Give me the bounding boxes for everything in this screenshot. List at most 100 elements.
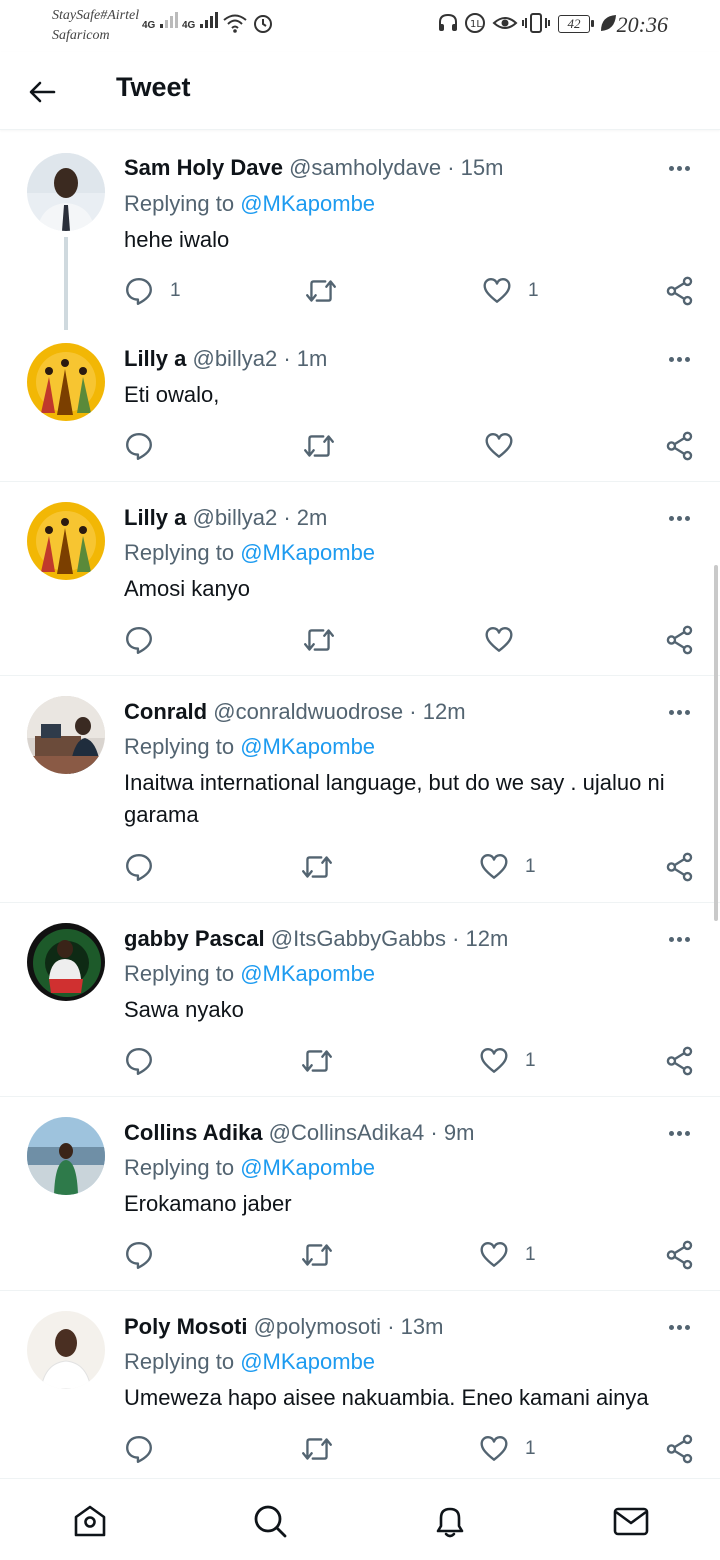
tweet-text: Amosi kanyo [124,576,250,601]
reply-button[interactable] [124,1432,170,1466]
share-icon [665,852,695,882]
author-handle[interactable]: @ItsGabbyGabbs [271,926,446,951]
like-button[interactable] [484,429,530,463]
tweet-item[interactable]: gabby Pascal @ItsGabbyGabbs · 12m Replyi… [0,903,720,1097]
tweet-item[interactable]: Sam Holy Dave @samholydave · 15m Replyin… [0,131,720,330]
like-count: 1 [525,1244,536,1265]
tweet-item[interactable]: Lilly a @billya2 · 2m Replying to @MKapo… [0,482,720,676]
more-button[interactable] [666,155,692,181]
headset-icon [439,13,457,31]
more-horizontal-icon [668,936,674,942]
tweet-item[interactable]: Conrald @conraldwuodrose · 12m Replying … [0,676,720,903]
mention-link[interactable]: @MKapombe [240,961,375,986]
author-handle[interactable]: @polymosoti [254,1314,382,1339]
share-button[interactable] [665,1432,695,1466]
author-name[interactable]: Lilly a [124,346,186,371]
reply-button[interactable] [124,1238,170,1272]
avatar[interactable] [27,696,105,774]
like-button[interactable]: 1 [479,850,536,884]
reply-button[interactable]: 1 [124,274,181,308]
author-name[interactable]: Poly Mosoti [124,1314,247,1339]
author-handle[interactable]: @billya2 [192,346,277,371]
retweet-button[interactable] [302,623,336,657]
author-handle[interactable]: @CollinsAdika4 [269,1120,425,1145]
author-handle[interactable]: @billya2 [192,505,277,530]
more-button[interactable] [666,926,692,952]
mention-link[interactable]: @MKapombe [240,540,375,565]
more-button[interactable] [666,699,692,725]
author-name[interactable]: Conrald [124,699,207,724]
more-button[interactable] [666,505,692,531]
mail-icon [613,1507,649,1536]
heart-icon [484,625,514,655]
replying-to: Replying to @MKapombe [124,1349,376,1374]
tweet-item[interactable]: Lilly a @billya2 · 1m Eti owalo, [0,330,720,482]
share-button[interactable] [665,274,695,308]
avatar[interactable] [27,153,105,231]
nav-messages[interactable] [609,1499,653,1543]
avatar[interactable] [27,1311,105,1389]
reply-button[interactable] [124,1044,170,1078]
author-name[interactable]: gabby Pascal [124,926,265,951]
share-icon [665,1240,695,1270]
mention-link[interactable]: @MKapombe [240,1349,375,1374]
author-handle[interactable]: @conraldwuodrose [213,699,403,724]
reply-icon [124,1240,154,1270]
share-icon [665,431,695,461]
share-icon [665,1434,695,1464]
mention-link[interactable]: @MKapombe [240,734,375,759]
reply-button[interactable] [124,850,170,884]
tweet-item[interactable]: Collins Adika @CollinsAdika4 · 9m Replyi… [0,1097,720,1291]
heart-icon [484,431,514,461]
share-button[interactable] [665,429,695,463]
retweet-button[interactable] [300,1238,334,1272]
tweet-text: Eti owalo, [124,382,220,407]
tweet-time: 15m [460,155,504,180]
author-handle[interactable]: @samholydave [289,155,441,180]
like-button[interactable]: 1 [482,274,539,308]
nav-home[interactable] [68,1499,112,1543]
retweet-button[interactable] [300,1044,334,1078]
more-button[interactable] [666,1120,692,1146]
retweet-button[interactable] [304,274,338,308]
vibrate-icon [522,13,550,33]
retweet-button[interactable] [300,1432,334,1466]
avatar[interactable] [27,343,105,421]
like-button[interactable]: 1 [479,1432,536,1466]
retweet-icon [302,431,336,461]
share-button[interactable] [665,1238,695,1272]
more-button[interactable] [666,346,692,372]
reply-button[interactable] [124,429,170,463]
mention-link[interactable]: @MKapombe [240,1155,375,1180]
author-name[interactable]: Lilly a [124,505,186,530]
like-button[interactable] [484,623,530,657]
more-button[interactable] [666,1314,692,1340]
heart-icon [479,1434,509,1464]
tweet-item[interactable]: Poly Mosoti @polymosoti · 13m Replying t… [0,1291,720,1478]
nav-notifications[interactable] [428,1499,472,1543]
share-button[interactable] [665,1044,695,1078]
heart-icon [479,1046,509,1076]
more-horizontal-icon [668,1130,674,1136]
avatar[interactable] [27,502,105,580]
reply-button[interactable] [124,623,170,657]
avatar[interactable] [27,923,105,1001]
bottom-navigation [0,1478,720,1560]
scrollbar[interactable] [714,565,718,921]
clock: 20:36 [616,12,668,37]
tweet-text: Umeweza hapo aisee nakuambia. Eneo kaman… [124,1385,649,1410]
author-name[interactable]: Collins Adika [124,1120,263,1145]
retweet-button[interactable] [302,429,336,463]
share-button[interactable] [665,623,695,657]
avatar[interactable] [27,1117,105,1195]
mention-link[interactable]: @MKapombe [240,191,375,216]
heart-icon [482,276,512,306]
author-name[interactable]: Sam Holy Dave [124,155,283,180]
retweet-button[interactable] [300,850,334,884]
share-button[interactable] [665,850,695,884]
nav-search[interactable] [248,1499,292,1543]
like-button[interactable]: 1 [479,1238,536,1272]
tweet-time: 13m [400,1314,444,1339]
like-button[interactable]: 1 [479,1044,536,1078]
back-button[interactable] [24,74,60,110]
